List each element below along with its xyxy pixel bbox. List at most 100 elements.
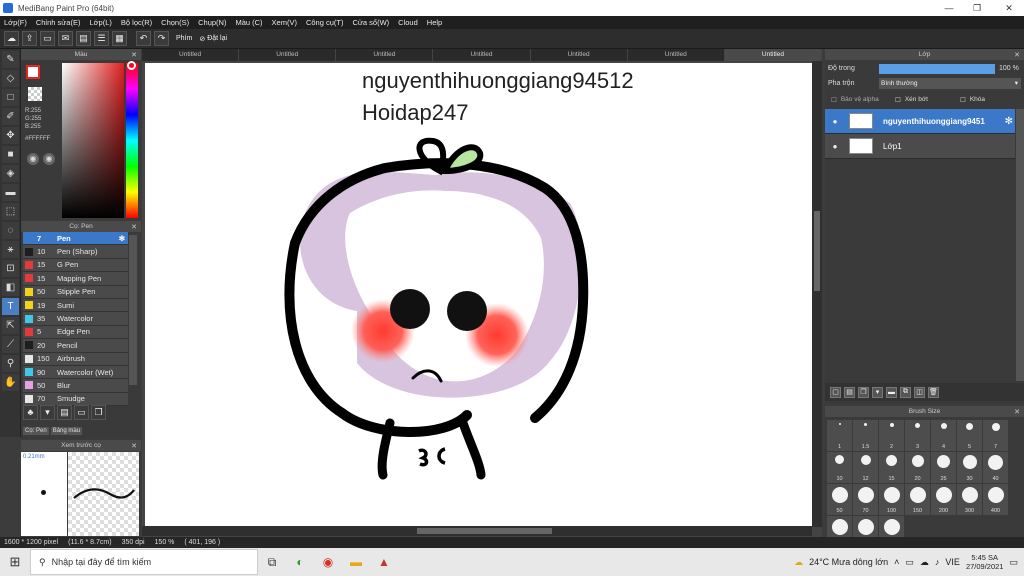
maximize-button[interactable]: ❐ [962, 0, 992, 16]
brush-size-cell[interactable]: 1.5 [853, 420, 878, 451]
doc-tab[interactable]: Untitled [336, 49, 434, 61]
brush-item[interactable]: 19 Sumi [23, 298, 128, 313]
text-tool-icon[interactable]: T [2, 298, 19, 315]
doc-tab[interactable]: Untitled [239, 49, 337, 61]
menu-window[interactable]: Cửa sổ(W) [352, 18, 389, 27]
menu-filter[interactable]: Bộ lọc(R) [121, 18, 152, 27]
brush-size-cell[interactable]: 300 [957, 484, 982, 515]
weather-text[interactable]: 24°C Mưa dông lớn [809, 557, 888, 567]
delete-layer-icon[interactable]: 🗑 [928, 386, 939, 398]
menu-view[interactable]: Xem(V) [272, 18, 297, 27]
pen-tool-icon[interactable]: ✐ [2, 108, 19, 125]
panel-close-icon[interactable]: ✕ [1014, 408, 1020, 416]
duplicate-icon[interactable]: ❐ [91, 405, 106, 420]
brush-size-cell[interactable]: 4 [931, 420, 956, 451]
grid-icon[interactable]: ▦ [112, 31, 127, 46]
brush-item[interactable]: 20 Pencil [23, 339, 128, 353]
comment-icon[interactable]: ▭ [40, 31, 55, 46]
hand-tool-icon[interactable]: ✋ [2, 374, 19, 391]
chevron-up-icon[interactable]: ˄ [894, 557, 899, 567]
bucket-tool-icon[interactable]: ◈ [2, 165, 19, 182]
add-brush-icon[interactable]: ♣ [23, 405, 38, 420]
fill-rect-icon[interactable]: ■ [2, 146, 19, 163]
select-pen-icon[interactable]: ⊡ [2, 260, 19, 277]
new-halftone-layer-icon[interactable]: ▤ [844, 386, 855, 398]
eyedropper-icon[interactable]: ⚲ [2, 355, 19, 372]
brush-size-cell[interactable]: 2 [879, 420, 904, 451]
brush-item[interactable]: 150 Airbrush [23, 352, 128, 366]
layer-row-text[interactable]: ● nguyenthihuonggiang9451 ✻ [825, 109, 1015, 134]
brush-item[interactable]: 5 Edge Pen [23, 325, 128, 340]
save-icon[interactable]: ▤ [76, 31, 91, 46]
cloud-icon[interactable]: ☁ [4, 31, 19, 46]
folder-icon[interactable]: ▭ [74, 405, 89, 420]
gear-icon[interactable]: ✻ [119, 234, 125, 243]
hue-slider[interactable] [126, 63, 138, 218]
drawing-canvas[interactable]: nguyenthihuonggiang94512 Hoidap247 [145, 63, 812, 526]
volume-icon[interactable]: ♪ [935, 557, 940, 567]
add-layer-menu-icon[interactable]: ▾ [872, 386, 883, 398]
dot-tool-icon[interactable]: □ [2, 89, 19, 106]
blend-select[interactable]: Bình thường ▾ [879, 78, 1021, 89]
brush-size-cell[interactable]: 100 [879, 484, 904, 515]
copy-brush-icon[interactable]: ▤ [57, 405, 72, 420]
chrome-icon[interactable]: ◉ [314, 548, 342, 576]
select-eraser-icon[interactable]: ◧ [2, 279, 19, 296]
file-explorer-icon[interactable]: ▬ [342, 548, 370, 576]
language-indicator[interactable]: VIE [945, 557, 960, 567]
panel-close-icon[interactable]: ✕ [131, 223, 137, 231]
background-color-swatch[interactable] [28, 87, 42, 101]
visibility-icon[interactable]: ● [825, 117, 845, 126]
doc-tab-active[interactable]: Untitled [724, 49, 822, 61]
menu-snap[interactable]: Chụp(N) [198, 18, 226, 27]
chat-icon[interactable]: ✉ [58, 31, 73, 46]
layer-scrollbar[interactable] [1016, 109, 1024, 381]
folder-icon[interactable]: ▬ [886, 386, 897, 398]
brush-size-cell[interactable]: 25 [931, 452, 956, 483]
vscroll-thumb[interactable] [814, 211, 820, 291]
brush-size-cell[interactable]: 15 [879, 452, 904, 483]
brush-item[interactable]: 35 Watercolor [23, 312, 128, 326]
operation-tool-icon[interactable]: ⇱ [2, 317, 19, 334]
copy-layer-icon[interactable]: ❐ [858, 386, 869, 398]
brush-item[interactable]: 50 Stipple Pen [23, 285, 128, 299]
lasso-tool-icon[interactable]: ◌ [2, 222, 19, 239]
panel-close-icon[interactable]: ✕ [1014, 51, 1020, 59]
tab-brush[interactable]: Cọ: Pen [23, 427, 49, 435]
brush-item[interactable]: 15 Mapping Pen [23, 272, 128, 286]
task-view-icon[interactable]: ⧉ [258, 548, 286, 576]
tab-palette[interactable]: Bảng màu [50, 427, 83, 435]
menu-edit[interactable]: Chỉnh sửa(E) [36, 18, 81, 27]
magic-wand-icon[interactable]: ⚹ [2, 241, 19, 258]
app-icon-green[interactable]: ◐ [286, 548, 314, 576]
brush-size-cell[interactable]: 12 [853, 452, 878, 483]
protect-alpha-checkbox[interactable]: ☐ Bảo vệ alpha [831, 96, 879, 104]
medibang-icon[interactable]: ▲ [370, 548, 398, 576]
brush-size-cell[interactable]: 5 [957, 420, 982, 451]
doc-tab[interactable]: Untitled [531, 49, 628, 61]
move-tool-icon[interactable]: ✥ [2, 127, 19, 144]
clipping-checkbox[interactable]: ☐ Xén bớt [895, 96, 928, 104]
divide-tool-icon[interactable]: ⟋ [2, 336, 19, 353]
brush-size-cell[interactable]: 7 [983, 420, 1008, 451]
brush-size-cell[interactable]: 70 [853, 484, 878, 515]
doc-tab[interactable]: Untitled [142, 49, 240, 61]
brush-size-cell[interactable]: 200 [931, 484, 956, 515]
brush-list-scrollbar[interactable] [129, 235, 137, 385]
canvas-vertical-scrollbar[interactable] [812, 61, 822, 527]
menu-cloud[interactable]: Cloud [398, 18, 418, 27]
lock-checkbox[interactable]: ☐ Khóa [960, 96, 985, 104]
brush-item[interactable]: 90 Watercolor (Wet) [23, 365, 128, 380]
brush-size-cell[interactable]: 20 [905, 452, 930, 483]
minimize-button[interactable]: — [934, 0, 964, 16]
menu-color[interactable]: Màu (C) [235, 18, 262, 27]
select-tool-icon[interactable]: ⬚ [2, 203, 19, 220]
merge-layer-icon[interactable]: ⧉ [900, 386, 911, 398]
hue-handle[interactable] [127, 61, 136, 70]
brush-item[interactable]: 10 Pen (Sharp) [23, 245, 128, 259]
brush-size-cell[interactable]: 50 [827, 484, 852, 515]
palette-icon[interactable]: ◉ [27, 153, 39, 165]
hscroll-thumb[interactable] [417, 528, 552, 534]
close-button[interactable]: ✕ [994, 0, 1024, 16]
brush-size-cell[interactable]: 40 [983, 452, 1008, 483]
